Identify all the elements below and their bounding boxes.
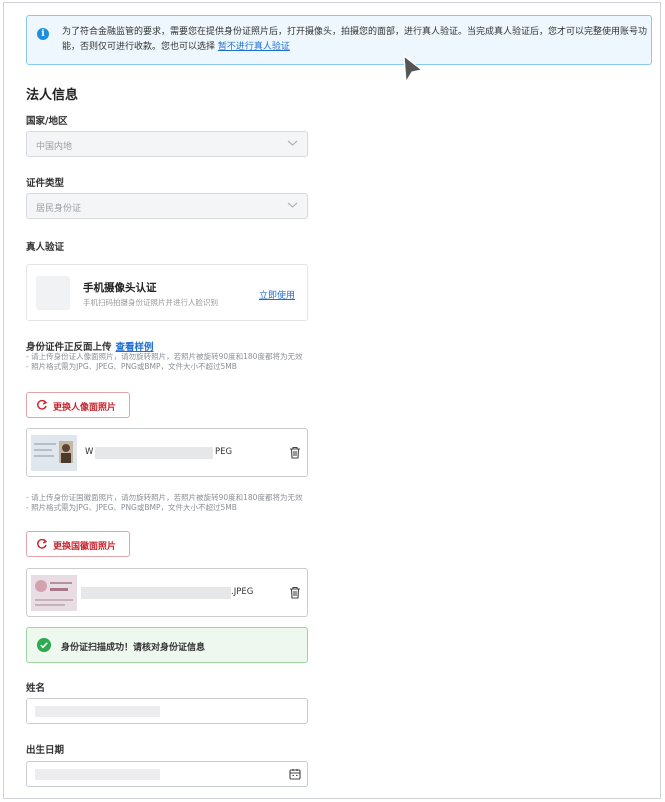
calendar-icon[interactable] bbox=[289, 768, 301, 780]
back-hint: - 照片格式需为JPG、JPEG、PNG或BMP，文件大小不超过5MB bbox=[26, 503, 237, 512]
birth-date-input[interactable] bbox=[26, 761, 308, 787]
redacted-filename bbox=[81, 587, 231, 599]
trash-icon[interactable] bbox=[289, 586, 301, 599]
id-back-thumbnail bbox=[31, 575, 77, 611]
trash-icon[interactable] bbox=[289, 446, 301, 459]
chevron-down-icon bbox=[287, 202, 298, 208]
replace-front-button[interactable]: 更换人像面照片 bbox=[26, 392, 130, 418]
id-type-label: 证件类型 bbox=[26, 178, 65, 189]
replace-back-button[interactable]: 更换国徽面照片 bbox=[26, 531, 130, 557]
refresh-icon bbox=[37, 399, 48, 410]
card-subtitle: 手机扫码拍摄身份证照片并进行人脸识别 bbox=[83, 298, 218, 307]
front-hint: - 请上传身份证人像面照片，请勿旋转照片，若照片被旋转90度和180度都将为无效 bbox=[26, 352, 303, 361]
front-file-suffix: PEG bbox=[215, 447, 233, 457]
refresh-icon bbox=[37, 538, 48, 549]
chevron-down-icon bbox=[287, 140, 298, 146]
back-file-suffix: .JPEG bbox=[231, 587, 254, 597]
back-hint: - 请上传身份证国徽面照片，请勿旋转照片，若照片被旋转90度和180度都将为无效 bbox=[26, 493, 303, 502]
back-file-item: .JPEG bbox=[26, 568, 308, 617]
redacted-birth-date bbox=[35, 769, 160, 780]
info-icon: i bbox=[37, 28, 49, 40]
name-input[interactable] bbox=[26, 698, 308, 724]
section-title: 法人信息 bbox=[26, 88, 79, 103]
id-front-thumbnail bbox=[31, 435, 77, 471]
real-person-label: 真人验证 bbox=[26, 242, 65, 253]
card-title: 手机摄像头认证 bbox=[83, 282, 157, 294]
success-message: 身份证扫描成功！请核对身份证信息 bbox=[61, 643, 206, 653]
upload-title: 身份证件正反面上传 查看样例 bbox=[26, 339, 154, 353]
country-select[interactable]: 中国内地 bbox=[26, 131, 308, 157]
check-circle-icon bbox=[37, 638, 51, 652]
camera-verification-card: 手机摄像头认证 手机扫码拍摄身份证照片并进行人脸识别 立即使用 bbox=[26, 264, 308, 321]
name-label: 姓名 bbox=[26, 683, 46, 694]
front-file-item: W PEG bbox=[26, 428, 308, 477]
birth-date-label: 出生日期 bbox=[26, 745, 65, 756]
country-label: 国家/地区 bbox=[26, 116, 68, 127]
front-file-prefix: W bbox=[85, 447, 94, 457]
camera-thumbnail bbox=[36, 276, 70, 310]
info-notice: i 为了符合金融监管的要求，需要您在提供身份证照片后，打开摄像头，拍摄您的面部，… bbox=[26, 15, 652, 65]
skip-verification-link[interactable]: 暂不进行真人验证 bbox=[218, 42, 290, 52]
redacted-filename bbox=[95, 447, 213, 459]
country-value: 中国内地 bbox=[36, 142, 73, 152]
notice-body: 为了符合金融监管的要求，需要您在提供身份证照片后，打开摄像头，拍摄您的面部，进行… bbox=[62, 27, 648, 52]
id-type-value: 居民身份证 bbox=[36, 204, 82, 214]
front-hint: - 照片格式需为JPG、JPEG、PNG或BMP，文件大小不超过5MB bbox=[26, 362, 237, 371]
use-now-link[interactable]: 立即使用 bbox=[259, 288, 295, 301]
replace-back-label: 更换国徽面照片 bbox=[53, 542, 117, 552]
replace-front-label: 更换人像面照片 bbox=[53, 403, 117, 413]
mouse-cursor-icon bbox=[403, 54, 424, 84]
notice-text: 为了符合金融监管的要求，需要您在提供身份证照片后，打开摄像头，拍摄您的面部，进行… bbox=[62, 25, 647, 55]
redacted-name bbox=[35, 706, 160, 717]
id-type-select[interactable]: 居民身份证 bbox=[26, 193, 308, 219]
scan-success-alert: 身份证扫描成功！请核对身份证信息 bbox=[26, 627, 308, 663]
